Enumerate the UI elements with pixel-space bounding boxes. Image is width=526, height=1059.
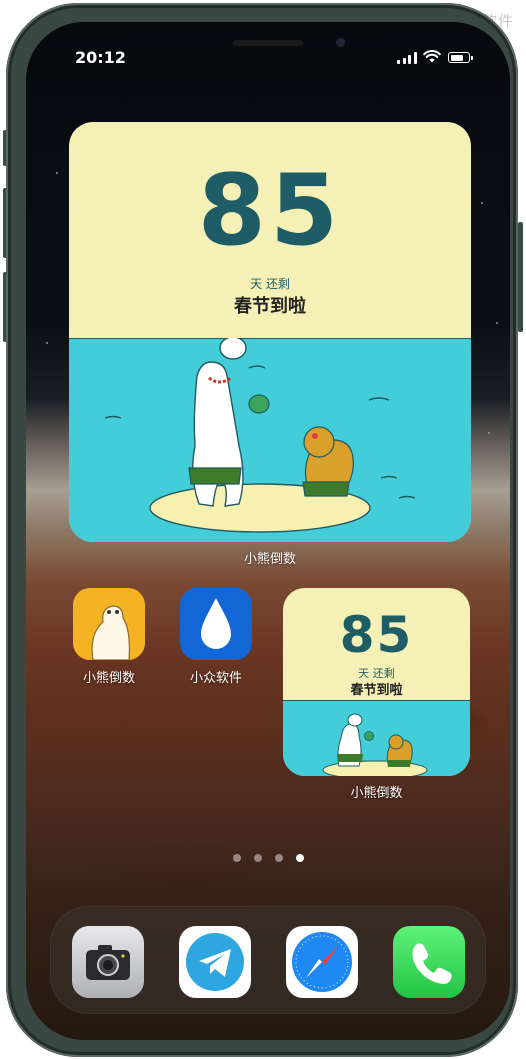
power-button (518, 222, 523, 332)
battery-icon (448, 52, 473, 63)
polar-bear-icon (73, 588, 145, 660)
app-label: 小熊倒数 (82, 671, 135, 686)
app-bear-countdown[interactable]: 小熊倒数 (73, 588, 145, 686)
phone-frame: 20:12 85 天 还剩 春节到啦 小熊倒数 小熊倒数 小众软件 85 天 还… (6, 3, 518, 1057)
polar-bear-hedgehog-illustration (104, 338, 416, 533)
front-camera (336, 38, 345, 47)
speaker-grille (233, 40, 303, 46)
event-name: 春节到啦 (350, 683, 403, 698)
home-screen: 20:12 85 天 还剩 春节到啦 小熊倒数 小熊倒数 小众软件 85 天 还… (26, 22, 510, 1040)
page-dot[interactable] (233, 854, 241, 862)
star (56, 172, 58, 174)
star (496, 322, 498, 324)
status-time: 20:12 (75, 48, 126, 67)
polar-bear-hedgehog-illustration (322, 713, 428, 776)
water-drop-icon (180, 588, 252, 660)
days-remaining-label: 天 还剩 (250, 277, 290, 291)
camera-icon[interactable] (72, 926, 144, 998)
app-label: 小众软件 (189, 671, 242, 686)
telegram-icon[interactable] (179, 926, 251, 998)
app-appinn[interactable]: 小众软件 (180, 588, 252, 686)
dock (50, 906, 486, 1014)
star (481, 202, 483, 204)
star (46, 342, 48, 344)
signal-icon (397, 52, 418, 64)
wifi-icon (423, 50, 441, 63)
countdown-widget-large[interactable]: 85 天 还剩 春节到啦 (69, 122, 471, 542)
page-indicator[interactable] (233, 854, 304, 864)
days-count: 85 (339, 606, 414, 664)
page-dot[interactable] (275, 854, 283, 862)
event-name: 春节到啦 (234, 296, 306, 317)
safari-icon[interactable] (286, 926, 358, 998)
page-dot[interactable] (254, 854, 262, 862)
page-dot-active[interactable] (296, 854, 304, 862)
star (488, 432, 490, 434)
widget-label: 小熊倒数 (243, 552, 296, 567)
days-count: 85 (197, 154, 343, 268)
widget-label: 小熊倒数 (350, 786, 403, 801)
countdown-widget-small[interactable]: 85 天 还剩 春节到啦 (283, 588, 470, 776)
phone-icon[interactable] (393, 926, 465, 998)
